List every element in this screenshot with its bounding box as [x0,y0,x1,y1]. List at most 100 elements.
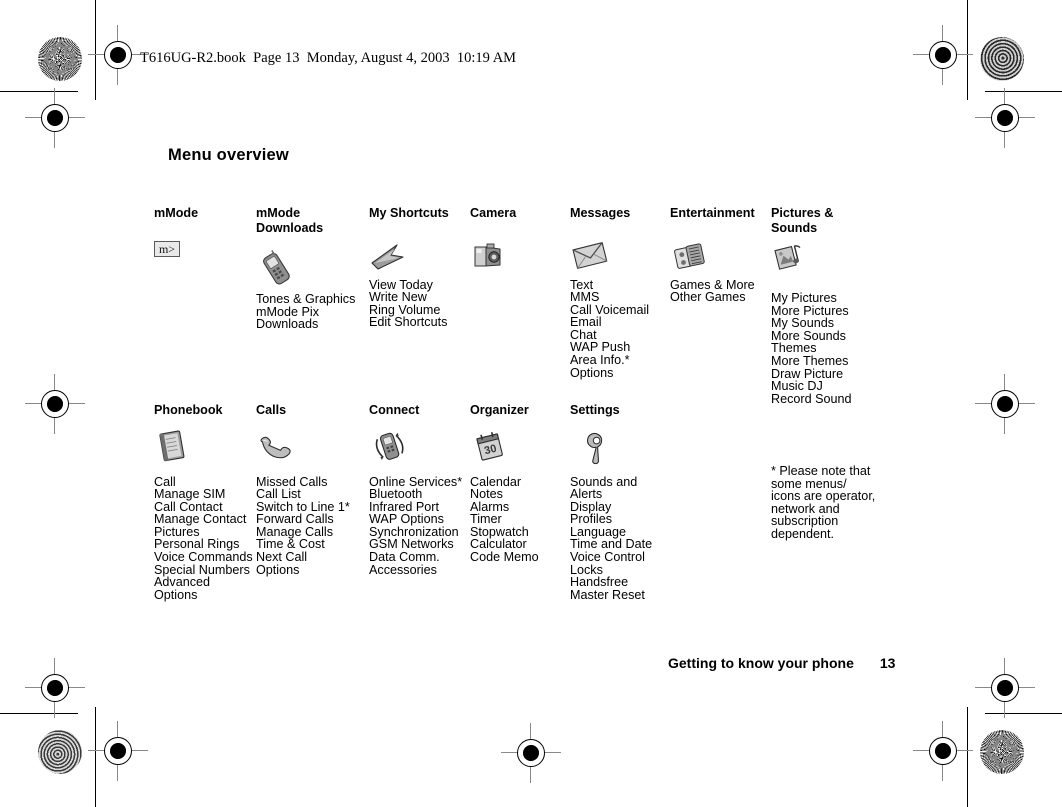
page-canvas: T616UG-R2.book Page 13 Monday, August 4,… [0,0,1062,807]
menu-item[interactable]: Code Memo [470,551,570,564]
menu-column-messages: Messages Text MMS Call Voicemail Email C… [570,206,675,379]
menu-item[interactable]: More Themes [771,355,881,368]
column-header: Calls [256,403,287,417]
footer-page-number: 13 [879,655,896,671]
registration-mark-top-left [88,25,148,85]
menu-column-organizer: Organizer 30 Calendar Notes Alarms Timer [470,403,570,564]
games-icon [670,235,770,279]
mmode-badge-label: m> [154,240,180,257]
menu-item[interactable]: Record Sound [771,393,881,406]
menu-item-list: Sounds and Alerts Display Profiles Langu… [570,475,675,602]
envelope-icon [570,235,675,279]
book-icon [154,426,259,470]
menu-item[interactable]: Alerts [570,488,675,501]
menu-item[interactable]: Edit Shortcuts [369,316,469,329]
file-header-text: T616UG-R2.book Page 13 Monday, August 4,… [140,50,517,66]
registration-mark-left-middle [25,374,85,434]
density-target-bottom-right [980,730,1024,774]
column-header: Camera [470,206,517,220]
menu-column-mmode: mMode m> [154,206,254,279]
column-header: Pictures & Sounds [771,206,834,235]
menu-item[interactable]: Manage SIM [154,488,259,501]
camera-icon [470,235,570,279]
menu-column-mmode-downloads: mMode Downloads Tones & Graphics mMode P… [256,206,366,331]
menu-item-list: Online Services* Bluetooth Infrared Port… [369,475,479,577]
menu-item-list: View Today Write New Ring Volume Edit Sh… [369,278,469,329]
wrench-icon [570,426,675,470]
menu-item[interactable]: Forward Calls [256,513,361,526]
menu-column-phonebook: Phonebook Call Manage SIM Call Contact M… [154,403,259,601]
menu-item[interactable]: My Sounds [771,317,881,330]
menu-item[interactable]: Write New [369,291,469,304]
registration-mark-right-upper [975,88,1035,148]
menu-item[interactable]: Area Info.* [570,354,675,367]
menu-column-calls: Calls Missed Calls Call List Switch to L… [256,403,361,576]
registration-mark-right-middle [975,374,1035,434]
column-header: Entertainment [670,206,755,220]
density-target-bottom-left [38,730,82,774]
menu-column-connect: Connect Online Services* Bluetooth Infra… [369,403,479,576]
page-title: Menu overview [168,146,289,164]
menu-item[interactable]: WAP Options [369,513,479,526]
menu-item-list: Calendar Notes Alarms Timer Stopwatch Ca… [470,475,570,564]
column-header: My Shortcuts [369,206,449,220]
connect-icon [369,426,479,470]
registration-mark-bottom-right [913,721,973,781]
calendar-icon: 30 [470,426,570,470]
phone-icon [256,249,366,293]
column-header: Organizer [470,403,529,417]
handset-icon [256,426,361,470]
menu-item-list: Missed Calls Call List Switch to Line 1*… [256,475,361,577]
menu-item[interactable]: Options [154,589,259,602]
menu-item[interactable]: Voice Commands [154,551,259,564]
pictures-sounds-icon [771,235,881,279]
column-header: mMode Downloads [256,206,324,235]
menu-item[interactable]: MMS [570,291,675,304]
density-target-top-right [980,37,1024,81]
menu-item[interactable]: Bluetooth [369,488,479,501]
registration-mark-left-upper [25,88,85,148]
menu-item[interactable]: My Pictures [771,292,881,305]
menu-column-my-shortcuts: My Shortcuts View Today Write New Ring V… [369,206,469,329]
menu-column-pictures-sounds: Pictures & Sounds My Pictures More Pictu… [771,206,881,405]
column-header: mMode [154,206,199,220]
menu-column-entertainment: Entertainment Games & More Other Games [670,206,770,304]
column-header: Messages [570,206,631,220]
menu-item-list: Tones & Graphics mMode Pix Downloads [256,293,366,331]
menu-item[interactable]: Master Reset [570,589,675,602]
menu-item[interactable]: Timer [470,513,570,526]
menu-column-settings: Settings Sounds and Alerts Display Profi… [570,403,675,601]
menu-item[interactable]: Accessories [369,564,479,577]
menu-item[interactable]: Options [256,564,361,577]
menu-item-list: Text MMS Call Voicemail Email Chat WAP P… [570,278,675,380]
menu-item[interactable]: Email [570,316,675,329]
menu-item-list: Call Manage SIM Call Contact Manage Cont… [154,475,259,602]
menu-item[interactable]: Music DJ [771,380,881,393]
menu-item[interactable]: Notes [470,488,570,501]
menu-item[interactable]: Advanced [154,576,259,589]
menu-item[interactable]: Voice Control [570,551,675,564]
menu-item[interactable]: Manage Contact [154,513,259,526]
menu-item[interactable]: Downloads [256,318,366,331]
arrow-cursor-icon [369,235,469,279]
mmode-badge-icon: m> [154,235,254,279]
menu-item[interactable]: Other Games [670,291,770,304]
registration-mark-left-lower [25,658,85,718]
density-target-top-left [38,37,82,81]
menu-item-list: Games & More Other Games [670,278,770,304]
menu-item[interactable]: Options [570,367,675,380]
column-header: Connect [369,403,420,417]
footer-chapter-title: Getting to know your phone [668,655,854,671]
footnote-text: * Please note that some menus/ icons are… [771,464,876,541]
menu-item[interactable]: Handsfree [570,576,675,589]
menu-item-list: My Pictures More Pictures My Sounds More… [771,292,881,405]
column-header: Settings [570,403,620,417]
registration-mark-bottom-center [501,723,561,783]
column-header: Phonebook [154,403,223,417]
menu-item[interactable]: Next Call [256,551,361,564]
registration-mark-bottom-left [88,721,148,781]
menu-item[interactable]: Profiles [570,513,675,526]
menu-item[interactable]: Call List [256,488,361,501]
menu-item[interactable]: Tones & Graphics [256,293,366,306]
menu-item[interactable]: Data Comm. [369,551,479,564]
